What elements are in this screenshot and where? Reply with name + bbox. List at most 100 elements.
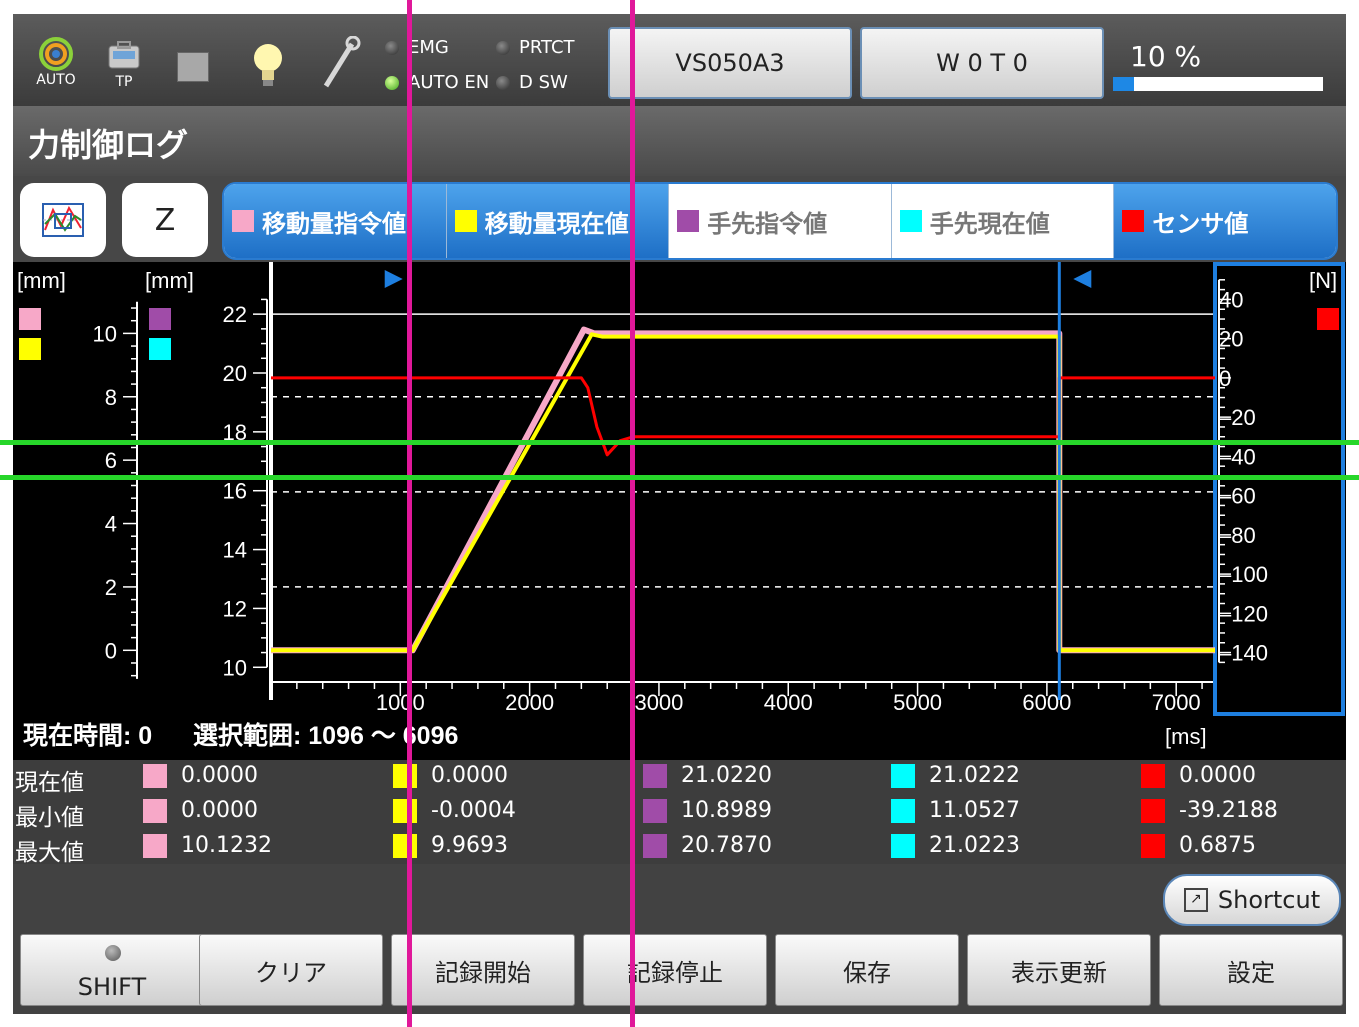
x-axis-unit-label: [ms] (1165, 724, 1207, 749)
refresh-display-button[interactable]: 表示更新 (967, 934, 1151, 1006)
teach-pendant-icon[interactable]: TP (102, 40, 146, 90)
axis-select-button[interactable]: Z (122, 183, 208, 257)
y2-tick-label: 12 (223, 596, 247, 621)
stats-value: 0.0000 (181, 763, 258, 788)
stats-cell: 21.0222 (891, 763, 1020, 788)
stats-row: 最大値 10.1232 9.9693 20.7870 21.0223 0.6875 (13, 831, 1346, 866)
selection-end-marker-icon (1073, 270, 1092, 288)
y3-tick-label: –60 (1219, 484, 1256, 509)
x-tick-label: 5000 (893, 690, 942, 715)
prtct-lamp-icon (496, 41, 510, 55)
axis3-swatch-red (1317, 308, 1339, 330)
stats-cell: 10.8989 (643, 798, 772, 823)
stats-table: 現在値 0.0000 0.0000 21.0220 21.0222 0.0000 最小値 0.… (13, 760, 1346, 866)
axis-unit-label-3: [N] (1309, 268, 1337, 293)
stats-value: 21.0220 (681, 763, 772, 788)
stats-value: -39.2188 (1179, 798, 1278, 823)
dsw-label: D SW (519, 72, 568, 93)
legend-swatch (1122, 210, 1145, 232)
emg-lamp-icon (385, 41, 399, 55)
shift-indicator-icon (105, 945, 121, 961)
swirl-icon (39, 37, 73, 71)
legend-item-4[interactable]: センサ値 (1114, 184, 1336, 258)
legend-item-1[interactable]: 移動量現在値 (446, 184, 670, 258)
legend-label: 移動量現在値 (484, 209, 629, 238)
settings-button[interactable]: 設定 (1159, 934, 1343, 1006)
stats-swatch (643, 763, 667, 788)
legend-item-2[interactable]: 手先指令値 (669, 184, 892, 258)
wrench-icon[interactable] (318, 36, 362, 92)
legend-label: 移動量指令値 (262, 209, 406, 238)
legend-swatch (899, 210, 922, 232)
auto-mode-icon[interactable]: AUTO (32, 36, 80, 88)
x-tick-label: 2000 (505, 690, 554, 715)
speed-bar[interactable] (1113, 77, 1323, 91)
save-button[interactable]: 保存 (775, 934, 959, 1006)
emg-label: EMG (408, 37, 449, 58)
force-control-chart[interactable]: [mm] [mm] [N] [ms] 0 2 4 6 8 10 10 12 14 16 18 20 22 1000… (13, 262, 1346, 760)
stop-square-icon[interactable] (177, 52, 209, 82)
clear-button[interactable]: クリア (199, 934, 383, 1006)
stats-cell: -39.2188 (1141, 798, 1278, 823)
stats-row: 最小値 0.0000 -0.0004 10.8989 11.0527 -39.2188 (13, 796, 1346, 831)
tp-label: TP (115, 74, 133, 90)
y3-tick-label: 0 (1219, 366, 1231, 391)
stats-row: 現在値 0.0000 0.0000 21.0220 21.0222 0.0000 (13, 761, 1346, 796)
stats-cell: 0.6875 (1141, 833, 1256, 858)
stats-cell: 0.0000 (1141, 763, 1256, 788)
shortcut-label: Shortcut (1217, 886, 1321, 914)
guide-line-horizontal-1 (0, 440, 1359, 445)
y2-tick-label: 14 (223, 538, 247, 563)
stats-value: 0.0000 (181, 798, 258, 823)
stats-cell: 0.0000 (143, 798, 258, 823)
x-tick-label: 1000 (376, 690, 425, 715)
stats-row-label: 現在値 (15, 770, 84, 796)
stats-value: 11.0527 (929, 798, 1020, 823)
stats-value: 20.7870 (681, 833, 772, 858)
record-stop-button[interactable]: 記録停止 (583, 934, 767, 1006)
stats-value: 0.6875 (1179, 833, 1256, 858)
auto-label: AUTO (36, 72, 76, 88)
shift-button[interactable]: SHIFT (20, 934, 204, 1006)
graph-icon (42, 203, 84, 237)
page-title: 力制御ログ (28, 126, 189, 164)
axis2-swatch-purple (149, 308, 171, 330)
current-time-text: 現在時間: 0 (23, 721, 152, 750)
stats-swatch (891, 833, 915, 858)
guide-line-horizontal-2 (0, 475, 1359, 480)
y2-tick-label: 20 (223, 361, 247, 386)
axis1-swatch-pink (19, 308, 41, 330)
y3-tick-label: –20 (1219, 405, 1256, 430)
record-start-button[interactable]: 記録開始 (391, 934, 575, 1006)
shortcut-arrow-icon: ↗ (1183, 888, 1208, 912)
stats-cell: 0.0000 (143, 763, 258, 788)
y1-tick-label: 8 (105, 385, 117, 410)
shortcut-button[interactable]: ↗ Shortcut (1163, 874, 1341, 926)
speed-bar-fill (1113, 77, 1134, 91)
work-tool-button[interactable]: W 0 T 0 (860, 27, 1104, 99)
y2-tick-label: 16 (223, 479, 247, 504)
auto-en-label: AUTO EN (408, 72, 490, 93)
stats-swatch (393, 798, 417, 823)
stats-value: 0.0000 (431, 763, 508, 788)
title-bar: 力制御ログ (13, 106, 1346, 176)
stats-swatch (643, 798, 667, 823)
stats-value: 10.1232 (181, 833, 272, 858)
stats-cell: 11.0527 (891, 798, 1020, 823)
graph-view-button[interactable] (20, 183, 106, 257)
legend-swatch (232, 210, 254, 232)
legend-swatch (454, 210, 477, 232)
x-tick-label: 7000 (1152, 690, 1201, 715)
y2-tick-label: 10 (223, 655, 247, 680)
x-tick-label: 6000 (1022, 690, 1071, 715)
y1-tick-label: 6 (105, 448, 117, 473)
stats-row-label: 最小値 (15, 805, 84, 831)
axis-unit-label-1: [mm] (17, 268, 66, 293)
lightbulb-icon[interactable] (248, 40, 288, 92)
robot-type-button[interactable]: VS050A3 (608, 27, 852, 99)
stats-swatch (143, 763, 167, 788)
legend-item-0[interactable]: 移動量指令値 (224, 184, 447, 258)
legend-item-3[interactable]: 手先現在値 (891, 184, 1115, 258)
prtct-label: PRTCT (519, 37, 575, 58)
stats-cell: 10.1232 (143, 833, 272, 858)
